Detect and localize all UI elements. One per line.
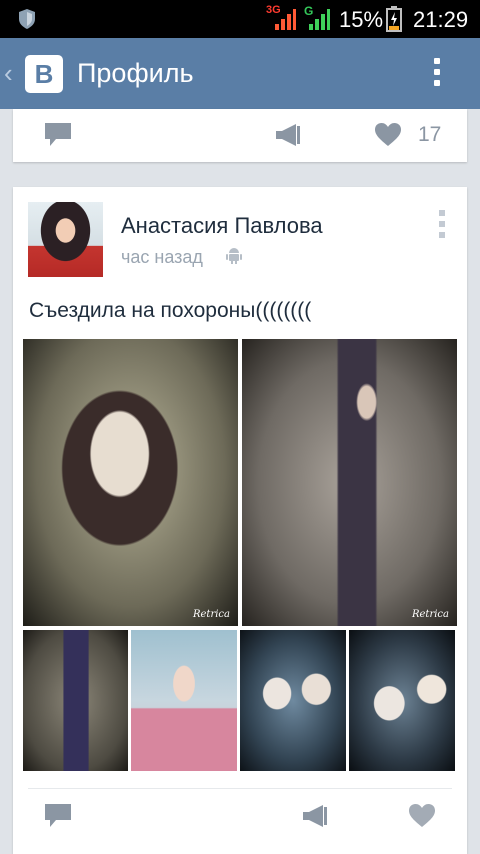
battery-icon [386, 6, 402, 32]
repost-icon[interactable] [301, 802, 329, 830]
shield-icon [19, 9, 35, 29]
post-menu-icon[interactable] [439, 210, 445, 243]
clock: 21:29 [413, 7, 469, 32]
post-time: час назад [121, 247, 203, 267]
post-card: Анастасия Павлова час назад Съездила на … [13, 187, 467, 854]
divider [28, 788, 452, 789]
post-photo-3[interactable] [23, 630, 128, 771]
status-bar: 3G G 15% 21:29 [0, 0, 480, 38]
repost-icon[interactable] [274, 121, 302, 149]
post-photo-1[interactable]: Retrica [23, 339, 238, 626]
photo-watermark: Retrica [192, 609, 230, 620]
battery-percent: 15% [339, 7, 384, 32]
likes-count: 17 [418, 123, 442, 146]
post-photo-6[interactable] [349, 630, 455, 771]
app-bar: ‹ В Профиль [0, 38, 480, 109]
comment-icon[interactable] [44, 803, 72, 829]
post-text: Съездила на похороны(((((((( [29, 299, 312, 322]
post-author[interactable]: Анастасия Павлова [121, 213, 323, 239]
avatar[interactable] [28, 202, 103, 277]
vk-logo[interactable]: В [25, 55, 63, 93]
previous-post-actions: 17 [13, 109, 467, 162]
post-photo-5[interactable] [240, 630, 346, 771]
post-photo-4[interactable] [131, 630, 237, 771]
back-icon[interactable]: ‹ [4, 58, 13, 89]
photo-watermark: Retrica [411, 609, 449, 620]
signal-icon [275, 9, 296, 30]
post-photo-2[interactable]: Retrica [242, 339, 457, 626]
comment-icon[interactable] [44, 122, 72, 148]
like-icon[interactable] [408, 803, 436, 829]
page-title: Профиль [77, 58, 194, 88]
android-icon [226, 248, 242, 264]
like-icon[interactable] [374, 122, 402, 148]
signal-icon [309, 9, 330, 30]
overflow-menu-icon[interactable] [430, 58, 444, 92]
